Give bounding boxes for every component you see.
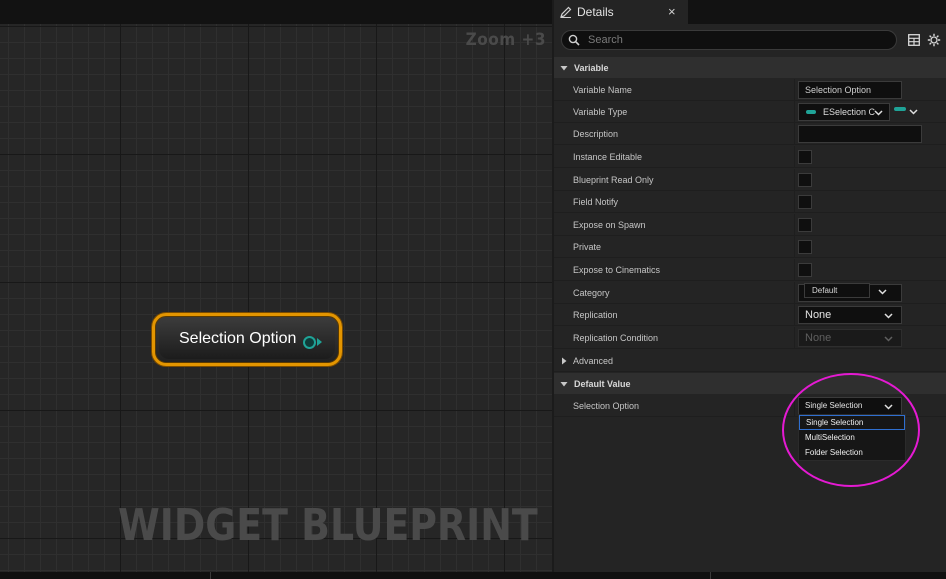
search-bar[interactable] (561, 30, 897, 50)
advanced-label: Advanced (573, 356, 614, 366)
details-panel: Details × Variable Variable Name Selecti… (554, 0, 946, 572)
row-replication: Replication None (554, 304, 946, 326)
highlight-annotation-ellipse (782, 373, 920, 487)
row-expose-on-spawn: Expose on Spawn (554, 214, 946, 236)
row-advanced[interactable]: Advanced (554, 350, 946, 372)
variable-type-value: ESelection C (823, 107, 876, 117)
row-label: Expose on Spawn (573, 220, 646, 230)
chevron-down-icon[interactable] (909, 107, 918, 116)
chevron-down-icon (878, 287, 887, 296)
section-variable-header[interactable]: Variable (554, 57, 946, 78)
row-private: Private (554, 236, 946, 258)
close-icon[interactable]: × (668, 4, 676, 19)
row-expose-to-cinematics: Expose to Cinematics (554, 259, 946, 281)
pencil-icon (559, 5, 573, 19)
column-divider (794, 146, 795, 168)
row-field-notify: Field Notify (554, 191, 946, 213)
row-category: Category Default (554, 282, 946, 304)
status-divider (710, 572, 711, 579)
field-notify-checkbox[interactable] (798, 195, 812, 209)
caret-down-icon (560, 64, 568, 72)
category-value[interactable]: Default (804, 283, 870, 298)
row-label: Replication Condition (573, 333, 659, 343)
row-label: Description (573, 129, 619, 139)
variable-name-field[interactable]: Selection Option (798, 81, 902, 99)
row-label: Selection Option (573, 401, 640, 411)
gear-icon[interactable] (926, 32, 942, 48)
column-divider (794, 282, 795, 304)
tab-details-label: Details (577, 5, 614, 19)
variable-get-node[interactable]: Selection Option (152, 313, 342, 366)
zoom-label: Zoom +3 (465, 30, 546, 50)
chevron-down-icon (884, 334, 893, 343)
row-label: Private (573, 242, 602, 252)
row-variable-name: Variable Name Selection Option (554, 79, 946, 101)
row-label: Field Notify (573, 197, 619, 207)
container-type-icon[interactable] (894, 107, 906, 111)
column-divider (794, 327, 795, 349)
replication-combo[interactable]: None (798, 306, 902, 324)
row-variable-type: Variable Type ESelection C (554, 101, 946, 123)
column-divider (794, 79, 795, 101)
section-default-value-title: Default Value (574, 378, 631, 389)
row-description: Description (554, 123, 946, 145)
row-label: Variable Type (573, 107, 628, 117)
tab-details[interactable]: Details × (554, 0, 688, 24)
row-label: Replication (573, 310, 618, 320)
blueprint-read-only-checkbox[interactable] (798, 173, 812, 187)
details-tab-bar: Details × (554, 0, 946, 24)
private-checkbox[interactable] (798, 240, 812, 254)
search-icon (568, 34, 580, 46)
row-label: Category (573, 288, 610, 298)
row-label: Instance Editable (573, 152, 643, 162)
instance-editable-checkbox[interactable] (798, 150, 812, 164)
caret-right-icon (560, 357, 568, 365)
section-variable-title: Variable (574, 62, 609, 73)
status-bar (0, 572, 946, 579)
expose-on-spawn-checkbox[interactable] (798, 218, 812, 232)
column-divider (794, 123, 795, 145)
output-pin-icon[interactable] (303, 336, 316, 349)
column-divider (794, 101, 795, 123)
search-input[interactable] (586, 33, 890, 47)
row-label: Expose to Cinematics (573, 265, 661, 275)
expose-to-cinematics-checkbox[interactable] (798, 263, 812, 277)
chevron-down-icon (874, 108, 883, 117)
graph-top-bar (0, 0, 552, 24)
enum-type-icon (806, 110, 816, 114)
pin-arrow-icon (317, 338, 322, 346)
caret-down-icon (560, 380, 568, 388)
column-divider (794, 191, 795, 213)
row-instance-editable: Instance Editable (554, 146, 946, 168)
graph-watermark: WIDGET BLUEPRINT (118, 500, 538, 551)
blueprint-graph-canvas[interactable]: Zoom +3 Selection Option WIDGET BLUEPRIN… (0, 0, 552, 572)
variable-node-label: Selection Option (179, 330, 297, 347)
status-divider (210, 572, 211, 579)
replication-condition-value: None (805, 332, 832, 344)
row-replication-condition: Replication Condition None (554, 327, 946, 349)
column-divider (794, 214, 795, 236)
column-divider (794, 259, 795, 281)
table-view-icon[interactable] (906, 32, 922, 48)
variable-type-combo[interactable]: ESelection C (798, 103, 890, 121)
column-divider (794, 304, 795, 326)
replication-condition-combo: None (798, 329, 902, 347)
row-label: Blueprint Read Only (573, 175, 654, 185)
row-label: Variable Name (573, 85, 632, 95)
column-divider (794, 169, 795, 191)
chevron-down-icon (884, 311, 893, 320)
column-divider (794, 236, 795, 258)
row-blueprint-read-only: Blueprint Read Only (554, 169, 946, 191)
description-field[interactable] (798, 125, 922, 143)
replication-value: None (805, 309, 832, 321)
